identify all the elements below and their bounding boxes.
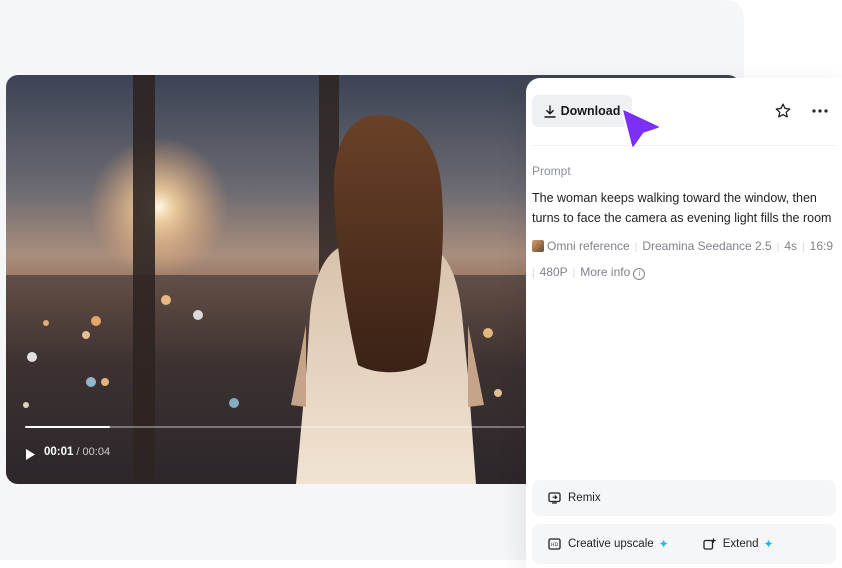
total-time: / 00:04 <box>76 446 111 458</box>
duration: 4s <box>784 239 798 253</box>
creative-upscale-button[interactable]: HD Creative upscale ✦ <box>548 537 669 551</box>
reference-tag[interactable]: Omni reference <box>532 239 630 253</box>
generation-meta: Omni reference | Dreamina Seedance 2.5 | 4s |… <box>532 239 833 280</box>
sparkle-icon: ✦ <box>658 537 669 551</box>
star-icon <box>775 103 791 118</box>
creative-upscale-label: Creative upscale <box>568 538 654 550</box>
download-icon <box>543 104 556 118</box>
more-info-link[interactable]: More info i <box>580 265 646 280</box>
more-icon <box>812 109 828 113</box>
info-icon: i <box>633 268 646 280</box>
svg-text:HD: HD <box>551 542 558 548</box>
prompt-text: The woman keeps walking toward the windo… <box>532 191 832 225</box>
favorite-button[interactable] <box>772 100 794 122</box>
upscale-icon: HD <box>548 538 561 550</box>
resolution: 480P <box>539 265 568 279</box>
remix-button[interactable]: Remix <box>548 492 601 504</box>
sparkle-icon: ✦ <box>763 537 774 551</box>
progress-bar[interactable] <box>25 426 525 428</box>
prompt-label: Prompt <box>532 164 571 178</box>
model-name: Dreamina Seedance 2.5 <box>642 239 772 253</box>
time-display: 00:01 / 00:04 <box>44 446 110 458</box>
download-button[interactable]: Download <box>532 95 632 127</box>
divider <box>532 145 836 146</box>
extend-icon <box>703 538 716 550</box>
remix-row: Remix <box>532 480 836 516</box>
play-button[interactable] <box>25 447 37 461</box>
extend-label: Extend <box>722 538 759 550</box>
details-panel: Download Prompt The woman keeps walking … <box>526 78 842 568</box>
remix-icon <box>548 492 561 504</box>
play-icon <box>26 448 35 460</box>
download-label: Download <box>560 104 621 118</box>
aspect-ratio: 16:9 <box>809 239 833 253</box>
more-info-label: More info <box>580 265 631 279</box>
extend-button[interactable]: Extend ✦ <box>703 537 774 551</box>
reference-label: Omni reference <box>547 239 630 253</box>
reference-thumbnail <box>532 240 544 252</box>
tools-row: HD Creative upscale ✦ Extend ✦ <box>532 524 836 564</box>
current-time: 00:01 <box>44 446 74 458</box>
cursor-icon <box>621 108 661 149</box>
progress-fill <box>25 426 110 428</box>
more-button[interactable] <box>809 100 831 122</box>
remix-label: Remix <box>568 492 601 504</box>
